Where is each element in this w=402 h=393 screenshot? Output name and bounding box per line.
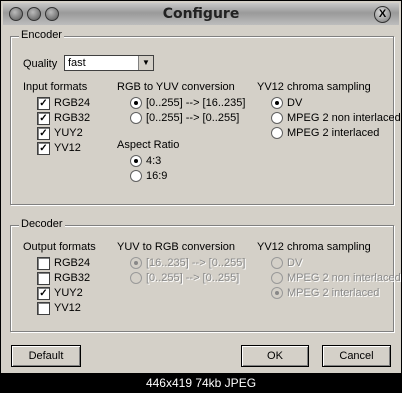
chevron-down-icon[interactable]: ▼	[138, 56, 153, 70]
checkbox-input-yuy2[interactable]: ✓	[37, 127, 50, 140]
image-caption: 446x419 74kb JPEG	[145, 376, 257, 390]
radio-aspect-4-3[interactable]	[130, 155, 142, 167]
output-rgb32-label: RGB32	[54, 272, 91, 284]
quality-label: Quality	[23, 58, 58, 70]
configure-dialog: Configure X Encoder Quality fast ▼ Input…	[0, 0, 402, 374]
dec-chroma-mpeg2-ni: MPEG 2 non interlaced	[287, 272, 401, 284]
aspect-option-16-9: 16:9	[146, 170, 168, 182]
dec-chroma-dv: DV	[287, 257, 303, 269]
rgb-to-yuv-label: RGB to YUV conversion	[117, 81, 235, 93]
radio-dec-chroma-mpeg2-i[interactable]	[271, 287, 283, 299]
rgb-yuv-option-2: [0..255] --> [0..255]	[146, 112, 240, 124]
checkbox-input-rgb32[interactable]: ✓	[37, 112, 50, 125]
cancel-button[interactable]: Cancel	[322, 345, 391, 367]
checkbox-output-rgb24[interactable]	[37, 257, 50, 270]
radio-rgb-yuv-0-255[interactable]	[130, 112, 142, 124]
output-formats-label: Output formats	[23, 241, 96, 253]
output-yuy2-label: YUY2	[54, 287, 83, 299]
input-rgb24-label: RGB24	[54, 97, 91, 109]
dec-chroma-mpeg2-i: MPEG 2 interlaced	[287, 287, 380, 299]
title-bar[interactable]: Configure X	[3, 3, 399, 25]
radio-enc-chroma-mpeg2-ni[interactable]	[271, 112, 283, 124]
radio-rgb-yuv-16-235[interactable]	[130, 97, 142, 109]
decoder-group-label: Decoder	[19, 218, 65, 230]
ok-button[interactable]: OK	[241, 345, 309, 367]
aspect-option-4-3: 4:3	[146, 155, 162, 167]
checkbox-input-yv12[interactable]: ✓	[37, 142, 50, 155]
output-rgb24-label: RGB24	[54, 257, 91, 269]
quality-value: fast	[68, 57, 86, 69]
yuv-to-rgb-label: YUV to RGB conversion	[117, 241, 235, 253]
radio-aspect-16-9[interactable]	[130, 170, 142, 182]
radio-yuv-rgb-0-255[interactable]	[130, 272, 142, 284]
input-yuy2-label: YUY2	[54, 127, 83, 139]
radio-enc-chroma-dv[interactable]	[271, 97, 283, 109]
enc-chroma-mpeg2-i: MPEG 2 interlaced	[287, 127, 380, 139]
quality-select[interactable]: fast ▼	[64, 55, 154, 71]
radio-dec-chroma-dv[interactable]	[271, 257, 283, 269]
input-yv12-label: YV12	[54, 142, 81, 154]
yuv-rgb-option-1: [16..235] --> [0..255]	[146, 257, 246, 269]
yuv-rgb-option-2: [0..255] --> [0..255]	[146, 272, 240, 284]
enc-chroma-mpeg2-ni: MPEG 2 non interlaced	[287, 112, 401, 124]
checkbox-input-rgb24[interactable]: ✓	[37, 97, 50, 110]
default-button[interactable]: Default	[11, 345, 81, 367]
encoder-group-label: Encoder	[19, 29, 64, 41]
enc-chroma-dv: DV	[287, 97, 303, 109]
dec-chroma-label: YV12 chroma sampling	[257, 241, 371, 253]
radio-enc-chroma-mpeg2-i[interactable]	[271, 127, 283, 139]
radio-yuv-rgb-16-235[interactable]	[130, 257, 142, 269]
checkbox-output-rgb32[interactable]	[37, 272, 50, 285]
input-rgb32-label: RGB32	[54, 112, 91, 124]
output-yv12-label: YV12	[54, 302, 81, 314]
window-title: Configure	[162, 6, 240, 22]
aspect-ratio-label: Aspect Ratio	[117, 139, 180, 151]
rgb-yuv-option-1: [0..255] --> [16..235]	[146, 97, 246, 109]
checkbox-output-yuy2[interactable]: ✓	[37, 287, 50, 300]
checkbox-output-yv12[interactable]	[37, 302, 50, 315]
radio-dec-chroma-mpeg2-ni[interactable]	[271, 272, 283, 284]
close-icon[interactable]: X	[374, 6, 391, 23]
enc-chroma-label: YV12 chroma sampling	[257, 81, 371, 93]
input-formats-label: Input formats	[23, 81, 88, 93]
